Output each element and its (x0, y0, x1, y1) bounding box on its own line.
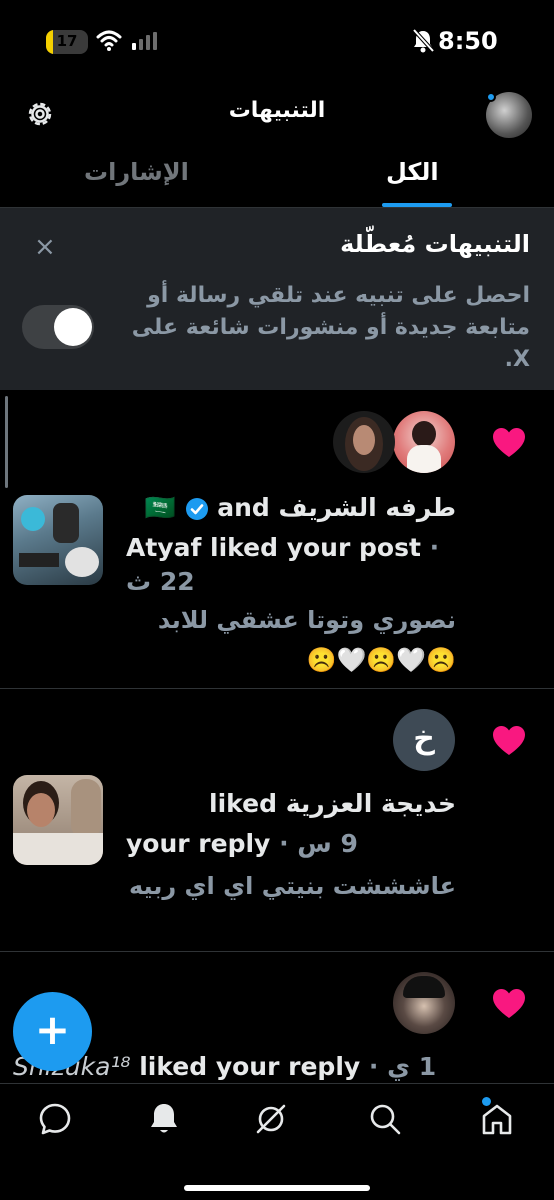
clock: 8:50 (438, 27, 498, 55)
home-icon[interactable] (480, 1102, 514, 1136)
timestamp: 22 ث (126, 567, 195, 596)
battery-level: 17 (56, 32, 78, 50)
avatar-initial: خ (413, 721, 435, 756)
user-avatar[interactable]: خ (393, 709, 455, 771)
notification-tabs: الإشارات الكل (0, 146, 554, 208)
heart-icon (493, 726, 525, 755)
notification-text-line2: your reply · 9 س (126, 829, 358, 858)
compose-button[interactable]: + (13, 992, 92, 1071)
bell-icon[interactable] (148, 1102, 180, 1136)
timestamp: 1 ي (387, 1052, 437, 1081)
post-preview: نصوري وتوتا عشقي للابد (157, 606, 456, 634)
battery-icon: 17 (46, 30, 88, 54)
active-tab-indicator (382, 203, 452, 207)
notification-item[interactable]: طرفه الشريف 🇸🇦 and Atyaf liked your post… (0, 391, 554, 689)
post-preview-emoji: ☹️🤍☹️🤍☹️ (306, 646, 456, 674)
tab-all[interactable]: الكل (386, 158, 439, 186)
banner-title: التنبيهات مُعطّلة (340, 230, 530, 258)
post-preview: عاشششت بنيتي اي اي ربيه (129, 872, 456, 900)
banner-description: احصل على تنبيه عند تلقي رسالة أو متابعة … (131, 283, 530, 372)
notification-text: خديجة العزرية liked (209, 789, 456, 818)
status-bar: 17 8:50 (0, 0, 554, 84)
timestamp: 9 س (297, 829, 358, 858)
signal-icon (132, 32, 157, 50)
page-title: التنبيهات (228, 98, 326, 123)
plus-icon: + (34, 1005, 71, 1054)
home-unread-dot (482, 1097, 491, 1106)
grok-icon[interactable] (254, 1102, 288, 1136)
notification-text: طرفه الشريف 🇸🇦 and (144, 493, 456, 522)
verified-badge-icon (185, 498, 208, 520)
user-avatar[interactable] (393, 972, 455, 1034)
home-indicator (184, 1185, 370, 1191)
heart-icon (493, 989, 525, 1018)
user-avatar[interactable] (333, 411, 395, 473)
post-thumbnail[interactable] (13, 495, 103, 585)
unread-dot (486, 92, 496, 102)
notification-text-line2: Atyaf liked your post · (126, 533, 440, 562)
notifications-disabled-banner: × التنبيهات مُعطّلة احصل على تنبيه عند ت… (0, 208, 554, 390)
close-icon[interactable]: × (34, 234, 56, 260)
tab-mentions[interactable]: الإشارات (84, 158, 189, 186)
toggle-knob (54, 308, 92, 346)
user-avatar[interactable] (393, 411, 455, 473)
heart-icon (493, 428, 525, 457)
post-thumbnail[interactable] (13, 775, 103, 865)
messages-icon[interactable] (38, 1102, 72, 1136)
silent-bell-icon (412, 29, 434, 53)
notification-item[interactable]: خ خديجة العزرية liked your reply · 9 س ع… (0, 689, 554, 952)
top-bar: التنبيهات (0, 84, 554, 146)
notifications-toggle[interactable] (22, 305, 94, 349)
bottom-navigation (0, 1083, 554, 1200)
search-icon[interactable] (368, 1102, 402, 1136)
wifi-icon (96, 30, 122, 51)
